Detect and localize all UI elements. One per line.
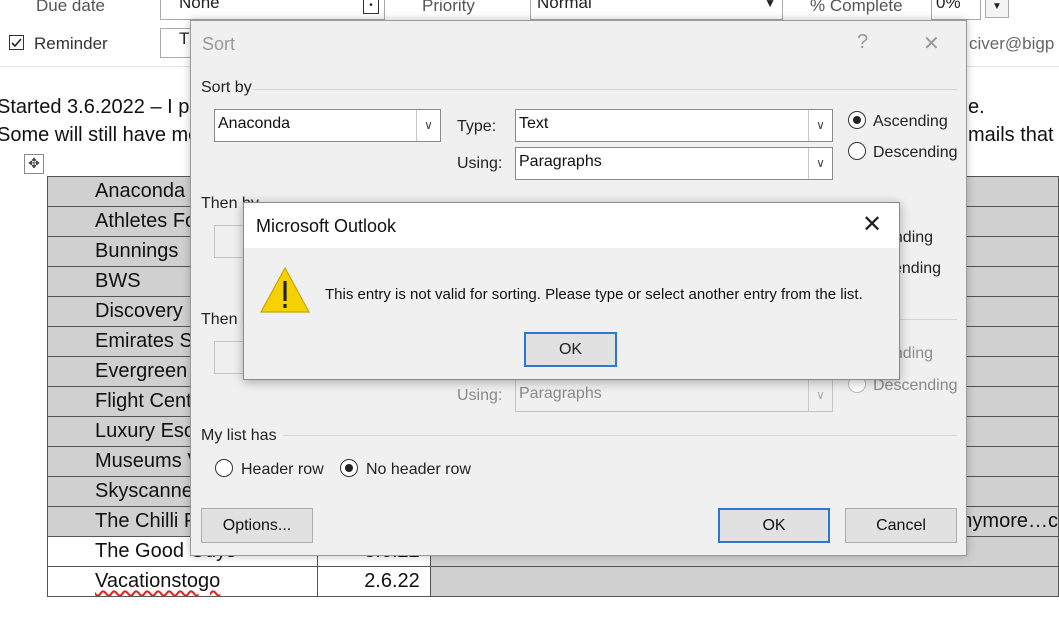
chevron-down-icon[interactable]: ∨ (808, 380, 832, 411)
descending-radio[interactable] (848, 142, 866, 160)
body-line-2-end: mails that (968, 124, 1054, 146)
using-combo[interactable]: Paragraphs ∨ (515, 147, 833, 180)
group-divider (283, 435, 957, 436)
using-value: Paragraphs (519, 153, 602, 170)
group-divider (253, 89, 957, 90)
percent-complete-label: % Complete (810, 0, 903, 15)
percent-spinner[interactable]: ▼ (985, 0, 1009, 18)
body-line-1-end: e. (968, 96, 985, 118)
chevron-down-icon: ▼ (764, 0, 776, 10)
warning-icon (259, 266, 311, 313)
type-value: Text (519, 115, 549, 132)
no-header-row-radio[interactable] (340, 459, 358, 477)
header-row-radio[interactable] (215, 459, 233, 477)
ascending-radio[interactable] (848, 111, 866, 129)
priority-value: Normal (537, 0, 592, 12)
reminder-label: Reminder (34, 34, 108, 53)
sort-cancel-button[interactable]: Cancel (845, 508, 957, 543)
chevron-down-icon[interactable]: ∨ (808, 148, 832, 179)
my-list-has-label: My list has (201, 427, 277, 444)
chevron-down-icon[interactable]: ∨ (808, 110, 832, 141)
type-label: Type: (457, 118, 497, 135)
body-line-2: Some will still have me (0, 124, 200, 146)
table-row: Vacationstogo 2.6.22 (47, 566, 1059, 597)
no-header-row-label: No header row (366, 461, 471, 478)
then-by-2-using-label: Using: (457, 387, 503, 404)
outlook-message-box: Microsoft Outlook ✕ This entry is not va… (243, 202, 900, 380)
message-ok-button[interactable]: OK (524, 332, 617, 367)
sort-by-value: Anaconda (218, 115, 291, 132)
spellcheck-word: Vacationstogo (95, 570, 221, 592)
table-cell-name[interactable]: Vacationstogo (47, 566, 318, 597)
type-combo[interactable]: Text ∨ (515, 109, 833, 142)
then-by-2-using-combo[interactable]: Paragraphs ∨ (515, 379, 833, 412)
sort-by-label: Sort by (201, 79, 252, 96)
chevron-down-icon[interactable]: ∨ (416, 110, 440, 141)
sort-dialog-title: Sort (202, 34, 236, 54)
close-icon[interactable]: ✕ (862, 211, 882, 239)
table-cell-notes[interactable] (429, 566, 1059, 597)
due-date-value: None (179, 0, 220, 12)
message-box-titlebar: Microsoft Outlook ✕ (244, 203, 899, 248)
message-box-title: Microsoft Outlook (256, 216, 397, 236)
owner-email: civer@bigp (969, 34, 1055, 53)
body-line-1: Started 3.6.2022 – I pu (0, 96, 201, 118)
help-icon[interactable]: ? (857, 31, 868, 54)
reminder-date-value: T (179, 29, 190, 48)
priority-select[interactable]: Normal ▼ (530, 0, 783, 20)
then-by-2-using-value: Paragraphs (519, 385, 602, 402)
message-box-text: This entry is not valid for sorting. Ple… (325, 286, 863, 303)
header-row-label: Header row (241, 461, 324, 478)
calendar-icon[interactable]: • (363, 0, 379, 14)
using-label: Using: (457, 155, 503, 172)
close-icon[interactable]: ✕ (923, 31, 940, 56)
table-cell-date[interactable]: 2.6.22 (316, 566, 431, 597)
sort-by-combo[interactable]: Anaconda ∨ (214, 109, 441, 142)
due-date-field[interactable]: None • (160, 0, 385, 20)
descending-label: Descending (873, 144, 958, 161)
sort-ok-button[interactable]: OK (718, 508, 830, 543)
due-date-label: Due date (36, 0, 105, 15)
priority-label: Priority (422, 0, 475, 15)
table-move-handle-icon[interactable]: ✥ (24, 154, 44, 174)
options-button[interactable]: Options... (201, 508, 313, 543)
percent-complete-field[interactable]: 0% (931, 0, 981, 20)
reminder-checkbox[interactable] (9, 35, 24, 50)
ascending-label: Ascending (873, 113, 948, 130)
percent-complete-value: 0% (936, 0, 961, 12)
